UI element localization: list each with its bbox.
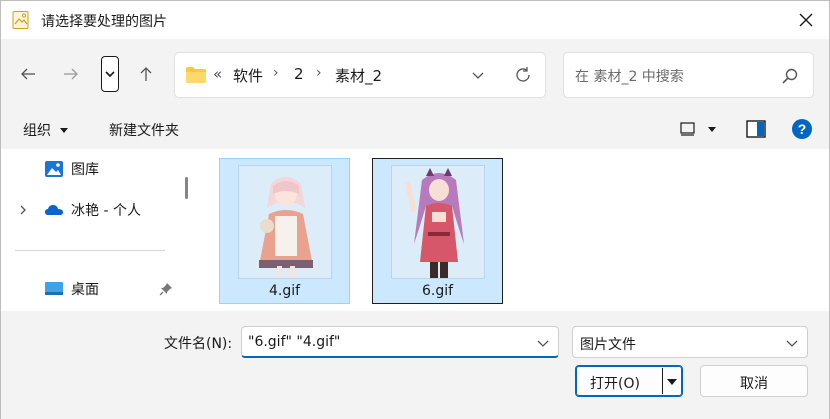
breadcrumb-separator[interactable]: › bbox=[316, 65, 322, 81]
anime-girl-thumbnail bbox=[392, 166, 484, 278]
open-button[interactable]: 打开(O) bbox=[575, 365, 683, 397]
desktop-icon bbox=[45, 282, 63, 295]
sidebar-item-onedrive[interactable]: 冰艳 - 个人 bbox=[1, 194, 181, 226]
anime-girl-thumbnail bbox=[239, 166, 331, 278]
navigation-bar: « 软件 › 2 › 素材_2 在 素材_2 中搜索 bbox=[1, 39, 829, 109]
caret-down-icon bbox=[60, 128, 68, 133]
file-name: 6.gif bbox=[421, 283, 454, 299]
recent-locations-button[interactable] bbox=[101, 56, 119, 92]
back-button[interactable] bbox=[11, 57, 45, 91]
chevron-right-icon[interactable] bbox=[17, 204, 29, 216]
open-button-label: 打开(O) bbox=[590, 376, 640, 392]
help-icon[interactable]: ? bbox=[791, 118, 813, 140]
chevron-down-icon[interactable] bbox=[470, 67, 486, 83]
split-divider bbox=[662, 368, 663, 394]
sidebar-item-label: 冰艳 - 个人 bbox=[71, 203, 141, 219]
sidebar-item-label: 桌面 bbox=[71, 282, 99, 298]
arrow-right-icon bbox=[64, 68, 78, 80]
address-bar[interactable]: « 软件 › 2 › 素材_2 bbox=[174, 52, 546, 98]
view-icon bbox=[680, 122, 695, 136]
svg-text:?: ? bbox=[798, 121, 807, 137]
command-bar: 组织 新建文件夹 ? bbox=[1, 109, 829, 149]
gallery-icon bbox=[45, 161, 63, 177]
title-bar: 请选择要处理的图片 bbox=[1, 1, 829, 39]
file-list: 4.gif 6.gif bbox=[196, 149, 829, 311]
thumbnail bbox=[238, 165, 332, 279]
folder-icon bbox=[186, 67, 206, 83]
arrow-up-icon bbox=[140, 67, 152, 81]
caret-down-icon[interactable] bbox=[665, 375, 679, 389]
preview-pane-icon[interactable] bbox=[745, 119, 767, 139]
cancel-button-label: 取消 bbox=[740, 376, 768, 392]
search-icon bbox=[782, 68, 798, 84]
window-title: 请选择要处理的图片 bbox=[41, 14, 167, 30]
image-file-icon bbox=[12, 11, 29, 29]
breadcrumb-item[interactable]: 2 bbox=[294, 65, 304, 83]
onedrive-cloud-icon bbox=[45, 205, 63, 215]
filename-label: 文件名(N): bbox=[164, 336, 233, 352]
file-item[interactable]: 6.gif bbox=[372, 158, 503, 304]
file-name: 4.gif bbox=[268, 283, 301, 299]
new-folder-button[interactable]: 新建文件夹 bbox=[109, 120, 179, 140]
breadcrumb-item[interactable]: 素材_2 bbox=[335, 65, 382, 86]
caret-down-icon bbox=[708, 127, 716, 132]
file-item[interactable]: 4.gif bbox=[219, 158, 350, 304]
organize-label: 组织 bbox=[23, 123, 51, 139]
pin-icon bbox=[159, 283, 172, 296]
search-input[interactable]: 在 素材_2 中搜索 bbox=[563, 52, 814, 98]
filetype-select[interactable]: 图片文件 bbox=[572, 326, 808, 358]
chevron-down-icon bbox=[786, 340, 798, 347]
thumbnail bbox=[391, 165, 485, 279]
file-open-dialog: 请选择要处理的图片 « 软件 › 2 › 素材_2 在 素材_2 中搜索 组织 … bbox=[0, 0, 830, 419]
refresh-icon[interactable] bbox=[513, 65, 533, 85]
sidebar-item-gallery[interactable]: 图库 bbox=[1, 153, 181, 185]
up-button[interactable] bbox=[129, 57, 163, 91]
search-placeholder: 在 素材_2 中搜索 bbox=[575, 69, 684, 85]
forward-button[interactable] bbox=[54, 57, 88, 91]
breadcrumb-overflow[interactable]: « bbox=[213, 65, 222, 83]
arrow-left-icon bbox=[21, 68, 35, 80]
filetype-value: 图片文件 bbox=[580, 337, 636, 353]
chevron-down-icon[interactable] bbox=[536, 336, 550, 350]
close-button[interactable] bbox=[783, 1, 829, 39]
close-icon bbox=[799, 13, 813, 27]
chevron-down-icon bbox=[105, 71, 115, 78]
view-options-button[interactable] bbox=[679, 118, 723, 140]
navigation-pane: 图库 冰艳 - 个人 桌面 bbox=[1, 149, 196, 311]
sidebar-item-desktop[interactable]: 桌面 bbox=[1, 273, 181, 305]
breadcrumb-separator[interactable]: › bbox=[273, 65, 279, 81]
sidebar-divider bbox=[15, 250, 165, 251]
sidebar-scrollbar[interactable] bbox=[185, 177, 188, 199]
sidebar-item-label: 图库 bbox=[71, 162, 99, 178]
cancel-button[interactable]: 取消 bbox=[700, 365, 808, 397]
dialog-footer: 文件名(N): "6.gif" "4.gif" 图片文件 打开(O) 取消 bbox=[1, 311, 829, 419]
filename-field[interactable]: "6.gif" "4.gif" bbox=[241, 326, 559, 358]
organize-button[interactable]: 组织 bbox=[23, 120, 69, 140]
filename-value[interactable]: "6.gif" "4.gif" bbox=[248, 334, 340, 350]
breadcrumb-item[interactable]: 软件 bbox=[233, 65, 263, 86]
